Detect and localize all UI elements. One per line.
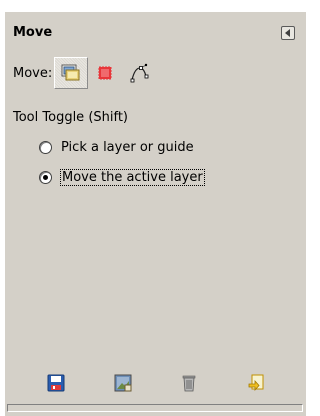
move-mode-row: Move:	[13, 57, 156, 89]
path-icon	[130, 63, 149, 83]
restore-options-button[interactable]	[113, 373, 133, 393]
restore-icon	[114, 374, 132, 392]
selection-icon	[98, 66, 112, 80]
radio-button-unchecked[interactable]	[39, 141, 52, 154]
reset-options-button[interactable]	[246, 373, 266, 393]
reset-icon	[248, 374, 264, 392]
radio-button-checked[interactable]	[39, 171, 52, 184]
panel-menu-button[interactable]	[281, 26, 295, 40]
triangle-left-icon	[285, 29, 290, 37]
tool-toggle-label: Tool Toggle (Shift)	[13, 110, 129, 125]
radio-pick-layer-or-guide[interactable]: Pick a layer or guide	[39, 140, 194, 155]
move-mode-label: Move:	[13, 65, 53, 81]
bottom-action-bar	[5, 370, 307, 396]
move-mode-path-button[interactable]	[122, 57, 156, 89]
save-icon	[47, 374, 65, 392]
delete-icon	[182, 375, 196, 392]
radio-label[interactable]: Move the active layer	[60, 169, 205, 186]
status-strip	[7, 404, 303, 412]
radio-move-active-layer[interactable]: Move the active layer	[39, 169, 205, 186]
save-options-button[interactable]	[46, 373, 66, 393]
move-mode-layer-button[interactable]	[54, 57, 89, 89]
layer-icon	[61, 64, 80, 81]
delete-options-button[interactable]	[179, 373, 199, 393]
panel-title: Move	[13, 25, 53, 40]
radio-label[interactable]: Pick a layer or guide	[61, 140, 194, 155]
tool-options-panel: Move Move: Tool Toggle (Shift) Pick a la…	[4, 12, 306, 416]
move-mode-selection-button[interactable]	[88, 57, 122, 89]
